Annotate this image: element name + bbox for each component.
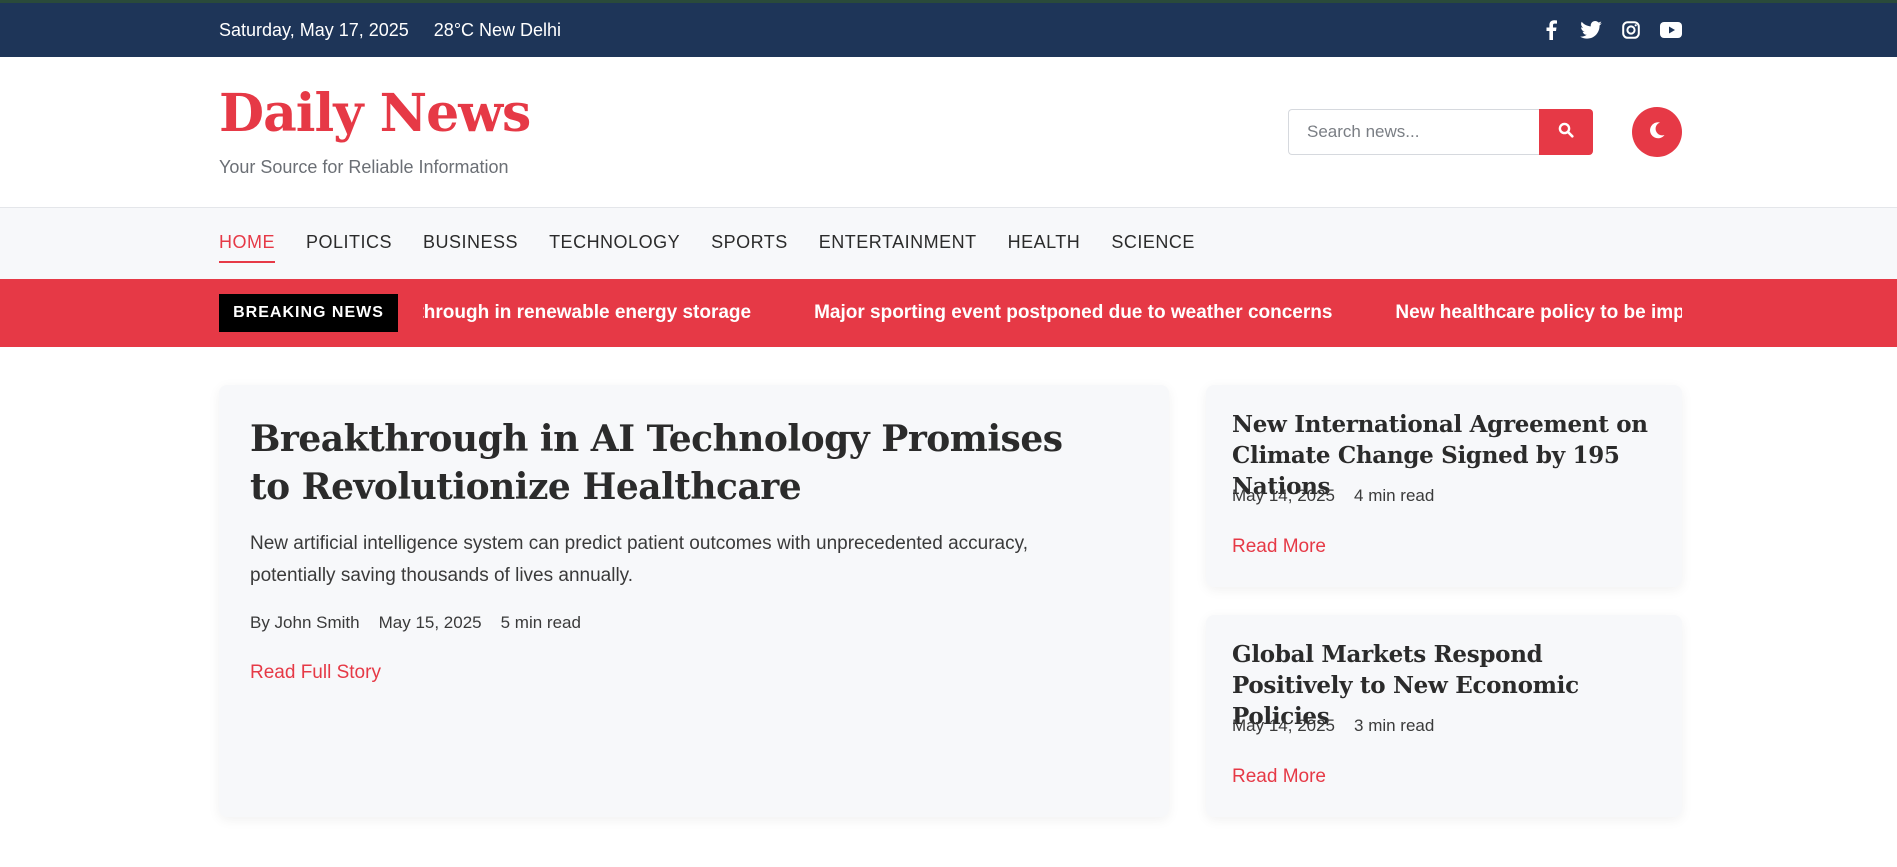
nav-item-politics[interactable]: POLITICS: [306, 232, 392, 255]
featured-title[interactable]: Breakthrough in AI Technology Promises t…: [250, 415, 1070, 511]
weather-info: 28°C New Delhi: [433, 19, 562, 40]
breaking-news-label: BREAKING NEWS: [219, 294, 398, 332]
moon-icon: [1647, 120, 1667, 145]
dark-mode-toggle[interactable]: [1632, 107, 1682, 157]
search-form: Search news...: [1288, 109, 1593, 155]
featured-excerpt: New artificial intelligence system can p…: [250, 533, 1028, 586]
nav-item-home[interactable]: HOME: [219, 232, 275, 263]
twitter-icon[interactable]: [1580, 19, 1602, 41]
nav-item-sports[interactable]: SPORTS: [711, 232, 788, 255]
news-ticker: Scientific breakthrough in renewable ene…: [423, 279, 1682, 347]
side-article: New International Agreement on Climate C…: [1206, 385, 1682, 587]
site-logo[interactable]: Daily News: [219, 83, 531, 144]
search-icon: [1558, 122, 1574, 143]
side-article-meta: May 14, 2025 4 min read: [1232, 486, 1453, 506]
read-more-link[interactable]: Read More: [1232, 766, 1326, 788]
site-tagline: Your Source for Reliable Information: [219, 157, 509, 177]
ticker-item[interactable]: Major sporting event postponed due to we…: [814, 302, 1332, 324]
article-date: May 14, 2025: [1232, 486, 1336, 505]
ticker-item[interactable]: New healthcare policy to be implemented: [1395, 302, 1682, 324]
instagram-icon[interactable]: [1620, 19, 1642, 41]
article-author: By John Smith: [250, 613, 360, 632]
side-article: Global Markets Respond Positively to New…: [1206, 615, 1682, 817]
nav-item-entertainment[interactable]: ENTERTAINMENT: [819, 232, 977, 255]
side-article-meta: May 14, 2025 3 min read: [1232, 716, 1453, 736]
search-button[interactable]: [1539, 109, 1593, 155]
ticker-item[interactable]: Scientific breakthrough in renewable ene…: [423, 302, 751, 324]
featured-meta: By John Smith May 15, 2025 5 min read: [250, 613, 600, 633]
nav-item-business[interactable]: BUSINESS: [423, 232, 518, 255]
nav-item-health[interactable]: HEALTH: [1008, 232, 1081, 255]
featured-article: Breakthrough in AI Technology Promises t…: [219, 385, 1169, 817]
article-read-time: 3 min read: [1354, 716, 1435, 735]
article-date: May 14, 2025: [1232, 716, 1336, 735]
article-date: May 15, 2025: [378, 613, 482, 632]
site-header: Daily News Your Source for Reliable Info…: [0, 57, 1897, 208]
nav-item-science[interactable]: SCIENCE: [1111, 232, 1195, 255]
current-date: Saturday, May 17, 2025: [219, 19, 409, 40]
top-bar: Saturday, May 17, 2025 28°C New Delhi: [0, 0, 1897, 57]
search-input[interactable]: Search news...: [1288, 109, 1539, 155]
facebook-icon[interactable]: [1540, 19, 1562, 41]
breaking-news-bar: BREAKING NEWS Scientific breakthrough in…: [0, 279, 1897, 347]
read-more-link[interactable]: Read More: [1232, 536, 1326, 558]
article-read-time: 5 min read: [500, 613, 581, 632]
read-full-story-link[interactable]: Read Full Story: [250, 662, 381, 684]
youtube-icon[interactable]: [1660, 19, 1682, 41]
main-nav: HOME POLITICS BUSINESS TECHNOLOGY SPORTS…: [0, 208, 1897, 279]
nav-item-technology[interactable]: TECHNOLOGY: [549, 232, 680, 255]
social-links: [1540, 19, 1682, 41]
article-read-time: 4 min read: [1354, 486, 1435, 505]
top-bar-info: Saturday, May 17, 2025 28°C New Delhi: [219, 20, 586, 41]
